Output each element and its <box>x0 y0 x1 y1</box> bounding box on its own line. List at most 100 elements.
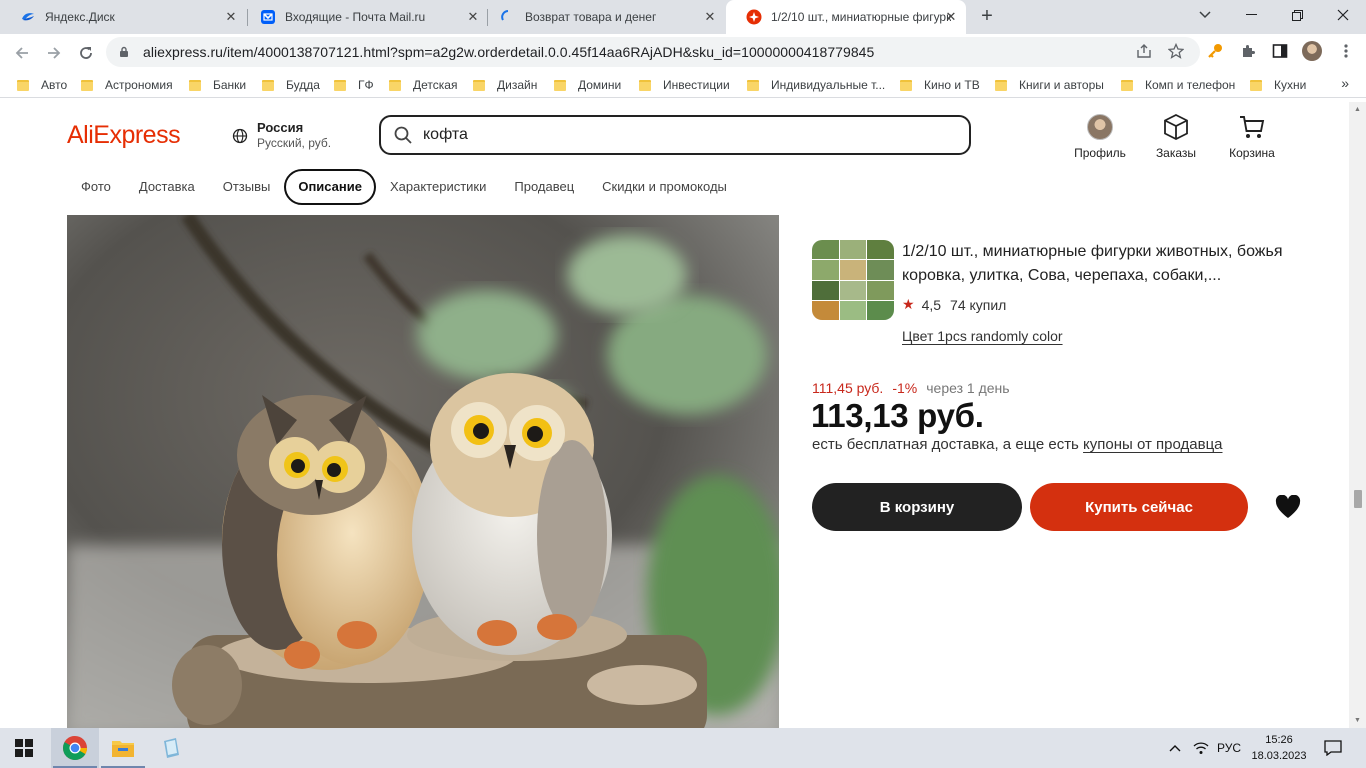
buy-now-button[interactable]: Купить сейчас <box>1030 483 1248 531</box>
bookmark-star-icon[interactable] <box>1167 42 1185 60</box>
star-icon: ★ <box>902 296 915 312</box>
scroll-up-icon[interactable]: ▲ <box>1353 106 1362 113</box>
tab-aliexpress[interactable]: 1/2/10 шт., миниатюрные фигурк ✕ <box>726 0 966 34</box>
scrollbar-thumb[interactable] <box>1354 490 1362 508</box>
search-box[interactable] <box>379 115 971 155</box>
tab-seller[interactable]: Продавец <box>500 169 588 205</box>
folder-icon <box>17 79 29 91</box>
wishlist-heart-icon[interactable] <box>1275 495 1301 519</box>
bookmark-label: Домини <box>578 78 622 92</box>
bookmark-label: Индивидуальные т... <box>771 78 886 92</box>
bookmark-folder[interactable]: Дизайн <box>473 76 537 94</box>
profile-button[interactable]: Профиль <box>1065 112 1135 160</box>
key-extension-icon[interactable] <box>1205 41 1225 61</box>
orders-button[interactable]: Заказы <box>1141 112 1211 160</box>
lock-icon[interactable] <box>118 46 130 58</box>
bookmark-label: Инвестиции <box>663 78 730 92</box>
folder-icon <box>473 79 485 91</box>
tab-yandex-disk[interactable]: Яндекс.Диск ✕ <box>0 0 246 34</box>
tab-specifications[interactable]: Характеристики <box>376 169 500 205</box>
close-tab-icon[interactable]: ✕ <box>703 10 717 24</box>
taskbar-chrome[interactable] <box>51 728 99 768</box>
bookmarks-overflow-button[interactable]: » <box>1341 75 1349 91</box>
close-tab-icon[interactable]: ✕ <box>466 10 480 24</box>
sold-count: 74 купил <box>950 296 1007 313</box>
tab-returns[interactable]: Возврат товара и денег ✕ <box>480 0 725 34</box>
search-input[interactable] <box>423 126 923 144</box>
product-photo[interactable] <box>67 215 779 728</box>
share-icon[interactable] <box>1135 42 1153 60</box>
folder-icon <box>1121 79 1133 91</box>
bookmark-label: ГФ <box>358 78 374 92</box>
tab-title: 1/2/10 шт., миниатюрные фигурк <box>771 10 951 24</box>
bookmark-folder[interactable]: Кухни <box>1250 76 1306 94</box>
tab-discounts[interactable]: Скидки и промокоды <box>588 169 741 205</box>
browser-tab-bar: Яндекс.Диск ✕ Входящие - Почта Mail.ru ✕… <box>0 0 1366 34</box>
address-bar[interactable]: aliexpress.ru/item/4000138707121.html?sp… <box>106 37 1200 67</box>
extensions-puzzle-icon[interactable] <box>1238 41 1258 61</box>
tab-delivery[interactable]: Доставка <box>125 169 209 205</box>
close-tab-icon[interactable]: ✕ <box>224 10 238 24</box>
clock-date: 18.03.2023 <box>1251 750 1307 762</box>
scroll-down-icon[interactable]: ▼ <box>1353 717 1362 724</box>
price-change-note: через 1 день <box>926 380 1010 396</box>
cart-button[interactable]: Корзина <box>1217 112 1287 160</box>
chrome-menu-icon[interactable] <box>1336 41 1356 61</box>
minimize-icon[interactable] <box>1228 0 1274 30</box>
back-icon[interactable] <box>10 41 34 65</box>
folder-icon <box>639 79 651 91</box>
forward-icon[interactable] <box>42 41 66 65</box>
network-icon[interactable] <box>1189 728 1213 768</box>
variant-link[interactable]: Цвет 1pcs randomly color <box>902 328 1063 344</box>
bookmark-folder[interactable]: Индивидуальные т... <box>747 76 885 94</box>
bookmark-folder[interactable]: Кино и ТВ <box>900 76 980 94</box>
side-panel-icon[interactable] <box>1270 41 1290 61</box>
taskbar-app[interactable] <box>147 728 195 768</box>
taskbar-file-explorer[interactable] <box>99 728 147 768</box>
tab-search-icon[interactable] <box>1182 0 1228 30</box>
start-button[interactable] <box>0 728 48 768</box>
language-indicator[interactable]: РУС <box>1215 728 1243 768</box>
region-selector[interactable]: Россия Русский, руб. <box>232 120 331 150</box>
notifications-icon[interactable] <box>1318 728 1348 768</box>
tab-title: Возврат товара и денег <box>525 10 657 24</box>
add-to-cart-button[interactable]: В корзину <box>812 483 1022 531</box>
tab-mail[interactable]: Входящие - Почта Mail.ru ✕ <box>240 0 488 34</box>
bookmark-folder[interactable]: Комп и телефон <box>1121 76 1235 94</box>
bookmark-folder[interactable]: Детская <box>389 76 457 94</box>
folder-icon <box>189 79 201 91</box>
tab-reviews[interactable]: Отзывы <box>209 169 285 205</box>
restore-icon[interactable] <box>1274 0 1320 30</box>
page-scrollbar[interactable]: ▲ ▼ <box>1349 102 1366 728</box>
aliexpress-page: AliExpress Россия Русский, руб. Профиль … <box>0 102 1366 728</box>
new-tab-button[interactable]: + <box>977 6 997 26</box>
bookmark-folder[interactable]: Астрономия <box>81 76 173 94</box>
bookmark-folder[interactable]: Будда <box>262 76 320 94</box>
loading-spinner-icon <box>500 9 516 25</box>
bookmark-folder[interactable]: Банки <box>189 76 246 94</box>
old-price: 111,45 руб. <box>812 380 884 396</box>
bookmark-label: Будда <box>286 78 320 92</box>
reload-icon[interactable] <box>74 41 98 65</box>
bookmark-folder[interactable]: Домини <box>554 76 621 94</box>
show-hidden-icons[interactable] <box>1163 728 1187 768</box>
profile-avatar-icon[interactable] <box>1302 41 1322 61</box>
product-rating[interactable]: ★ 4,5 74 купил <box>902 296 1006 313</box>
old-price-row: 111,45 руб. -1% через 1 день <box>812 380 1010 396</box>
bookmark-folder[interactable]: Инвестиции <box>639 76 730 94</box>
close-window-icon[interactable] <box>1320 0 1366 30</box>
system-clock[interactable]: 15:26 18.03.2023 <box>1249 732 1309 764</box>
close-tab-icon[interactable]: ✕ <box>944 10 958 24</box>
bookmark-label: Комп и телефон <box>1145 78 1236 92</box>
bookmark-folder[interactable]: Книги и авторы <box>995 76 1104 94</box>
tab-photo[interactable]: Фото <box>67 169 125 205</box>
tab-title: Входящие - Почта Mail.ru <box>285 10 426 24</box>
tab-description[interactable]: Описание <box>284 169 376 205</box>
bookmarks-bar: Авто Астрономия Банки Будда ГФ Детская Д… <box>0 71 1366 98</box>
seller-coupons-link[interactable]: купоны от продавца <box>1083 436 1222 453</box>
search-icon[interactable] <box>393 125 413 145</box>
bookmark-folder[interactable]: ГФ <box>334 76 374 94</box>
aliexpress-logo[interactable]: AliExpress <box>67 121 181 150</box>
bookmark-folder[interactable]: Авто <box>17 76 67 94</box>
product-thumbnail[interactable] <box>812 240 894 320</box>
